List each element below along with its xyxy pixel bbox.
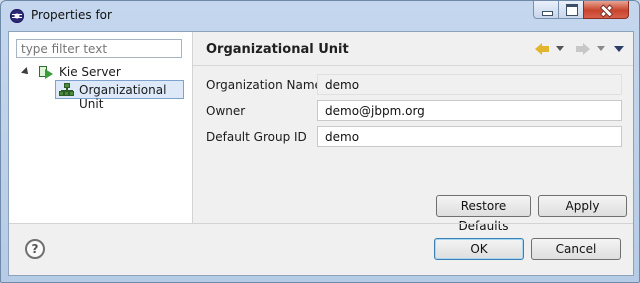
filter-input[interactable] — [16, 39, 182, 58]
cancel-button[interactable]: Cancel — [531, 238, 621, 260]
apply-button[interactable]: Apply — [538, 195, 627, 217]
organization-name-field — [317, 74, 622, 95]
help-icon[interactable]: ? — [25, 239, 45, 259]
owner-field[interactable] — [317, 100, 622, 121]
organization-name-label: Organization Name — [206, 78, 322, 92]
view-menu-icon[interactable] — [614, 46, 624, 52]
title-bar[interactable]: Properties for — [1, 1, 639, 31]
eclipse-icon — [10, 9, 24, 23]
page-title: Organizational Unit — [206, 42, 349, 57]
close-button[interactable] — [583, 1, 629, 19]
forward-arrow-icon[interactable] — [576, 41, 592, 55]
minimize-button[interactable] — [533, 1, 559, 19]
back-arrow-icon[interactable] — [535, 41, 551, 55]
forward-dropdown-icon[interactable] — [597, 46, 605, 51]
back-dropdown-icon[interactable] — [556, 46, 564, 51]
footer-divider — [9, 223, 633, 224]
organizational-unit-icon — [59, 83, 75, 96]
ok-button[interactable]: OK — [434, 238, 524, 260]
maximize-button[interactable] — [558, 1, 584, 19]
kie-server-icon — [39, 66, 53, 80]
tree-pane: Kie Server Organizational Unit — [9, 32, 193, 223]
owner-label: Owner — [206, 104, 246, 118]
tree-item-organizational-unit[interactable]: Organizational Unit — [79, 83, 192, 111]
default-group-id-label: Default Group ID — [206, 130, 307, 144]
default-group-id-field[interactable] — [317, 126, 622, 147]
page-header: Organizational Unit — [193, 32, 633, 66]
dialog-body: Kie Server Organizational Unit Organizat… — [8, 31, 634, 276]
expand-icon[interactable] — [21, 67, 31, 77]
restore-defaults-button[interactable]: Restore Defaults — [436, 195, 531, 233]
window-title: Properties for — [31, 8, 112, 22]
properties-page: Organizational Unit Organization Name Ow… — [193, 32, 633, 233]
properties-window: Properties for Kie Server Organizational… — [0, 0, 640, 283]
